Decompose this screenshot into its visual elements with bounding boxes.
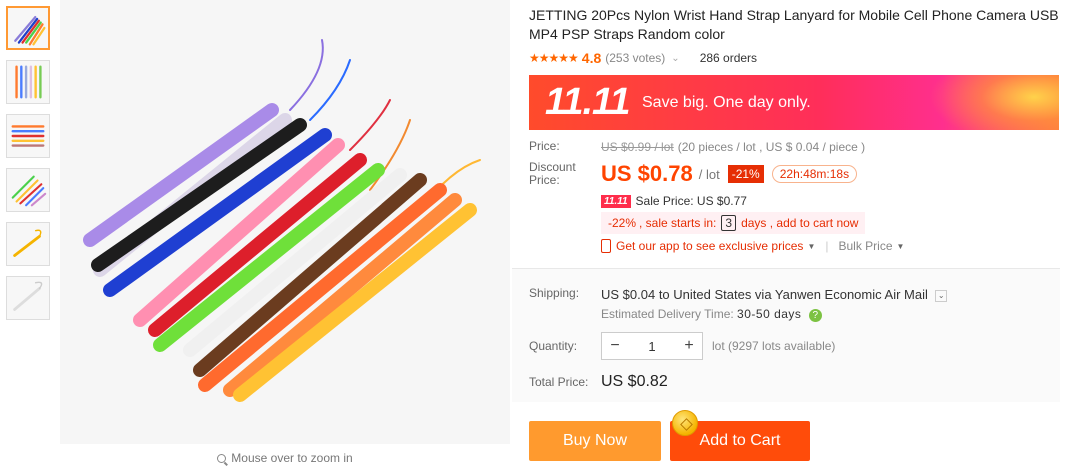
sale-starts-prefix: , sale starts in: bbox=[639, 216, 717, 230]
quantity-row: Quantity: − 1 + lot (9297 lots available… bbox=[529, 332, 835, 360]
quantity-label: Quantity: bbox=[529, 338, 578, 353]
thumbnail-strip bbox=[6, 6, 52, 330]
promo-banner: 11.11 Save big. One day only. bbox=[529, 75, 1059, 130]
quantity-input[interactable]: 1 bbox=[628, 333, 676, 359]
total-row: Total Price: US $0.82 bbox=[529, 373, 668, 391]
quantity-stepper: − 1 + bbox=[601, 332, 703, 360]
orders-count: 286 orders bbox=[699, 51, 758, 65]
event-badge: 11.11 bbox=[601, 194, 631, 208]
shipping-label: Shipping: bbox=[529, 286, 580, 300]
price-row: Price: US $0.99 / lot (20 pieces / lot ,… bbox=[529, 139, 1061, 155]
caret-down-icon[interactable]: ▼ bbox=[897, 242, 905, 251]
thumbnail-2[interactable] bbox=[6, 60, 50, 104]
sale-pct: -22% bbox=[608, 216, 637, 230]
bulk-price-link[interactable]: Bulk Price bbox=[838, 239, 892, 253]
price-label: Price: bbox=[529, 139, 560, 153]
thumbnail-6[interactable] bbox=[6, 276, 50, 320]
votes-count[interactable]: (253 votes) bbox=[605, 51, 665, 65]
chevron-down-icon[interactable]: ⌄ bbox=[671, 53, 679, 64]
increase-button[interactable]: + bbox=[676, 333, 702, 359]
thumbnail-3[interactable] bbox=[6, 114, 50, 158]
star-rating-icon: ★★★★★ bbox=[529, 51, 579, 65]
magnifier-icon bbox=[217, 454, 227, 463]
sale-price: Sale Price: US $0.77 bbox=[635, 194, 747, 208]
delivery-label: Estimated Delivery Time: bbox=[601, 307, 734, 321]
phone-icon bbox=[601, 239, 611, 253]
sale-price-line: 11.11 Sale Price: US $0.77 bbox=[601, 194, 1061, 208]
separator: | bbox=[825, 239, 829, 253]
banner-event: 11.11 bbox=[545, 81, 630, 123]
main-product-image[interactable] bbox=[60, 0, 510, 444]
pieces-info: (20 pieces / lot , US $ 0.04 / piece ) bbox=[677, 140, 866, 154]
delivery-value: 30-50 days bbox=[737, 307, 802, 321]
rating-value: 4.8 bbox=[581, 50, 602, 66]
delivery-estimate: Estimated Delivery Time: 30-50 days ? bbox=[601, 307, 947, 322]
lots-available: lot (9297 lots available) bbox=[712, 339, 836, 353]
discount-row: Discount Price: US $0.78 / lot -21% 22h:… bbox=[529, 161, 1061, 187]
decrease-button[interactable]: − bbox=[602, 333, 628, 359]
divider bbox=[512, 268, 1060, 269]
discount-price: US $0.78 bbox=[601, 161, 693, 186]
sale-starts-suffix: days , add to cart now bbox=[741, 216, 859, 230]
rating-row: ★★★★★ 4.8 (253 votes) ⌄ 286 orders bbox=[529, 49, 1061, 67]
total-value: US $0.82 bbox=[601, 373, 668, 390]
zoom-hint: Mouse over to zoom in bbox=[60, 451, 510, 465]
sale-days: 3 bbox=[721, 215, 737, 231]
old-price: US $0.99 / lot bbox=[601, 140, 674, 154]
buy-now-button[interactable]: Buy Now bbox=[529, 421, 661, 461]
thumbnail-4[interactable] bbox=[6, 168, 50, 212]
banner-tagline: Save big. One day only. bbox=[642, 94, 811, 111]
app-prices-link[interactable]: Get our app to see exclusive prices bbox=[616, 239, 803, 253]
chevron-down-icon[interactable]: ⌄ bbox=[935, 289, 948, 302]
product-title: JETTING 20Pcs Nylon Wrist Hand Strap Lan… bbox=[529, 7, 1059, 42]
zoom-hint-text: Mouse over to zoom in bbox=[231, 451, 353, 465]
shipping-method[interactable]: US $0.04 to United States via Yanwen Eco… bbox=[601, 287, 928, 302]
caret-down-icon[interactable]: ▼ bbox=[807, 242, 815, 251]
help-icon[interactable]: ? bbox=[808, 309, 822, 322]
product-info: JETTING 20Pcs Nylon Wrist Hand Strap Lan… bbox=[529, 0, 1061, 253]
sale-countdown-line: -22% , sale starts in: 3 days , add to c… bbox=[601, 212, 866, 234]
coin-icon bbox=[672, 410, 698, 436]
total-label: Total Price: bbox=[529, 374, 589, 389]
app-prices-line: Get our app to see exclusive prices ▼ | … bbox=[601, 239, 1061, 253]
per-lot: / lot bbox=[698, 166, 720, 182]
countdown-timer: 22h:48m:18s bbox=[771, 165, 858, 183]
thumbnail-5[interactable] bbox=[6, 222, 50, 266]
banner-glow bbox=[929, 75, 1059, 130]
thumbnail-1[interactable] bbox=[6, 6, 50, 50]
discount-badge: -21% bbox=[727, 165, 764, 183]
shipping-row: Shipping: US $0.04 to United States via … bbox=[529, 286, 948, 322]
discount-label: Discount Price: bbox=[529, 160, 576, 187]
